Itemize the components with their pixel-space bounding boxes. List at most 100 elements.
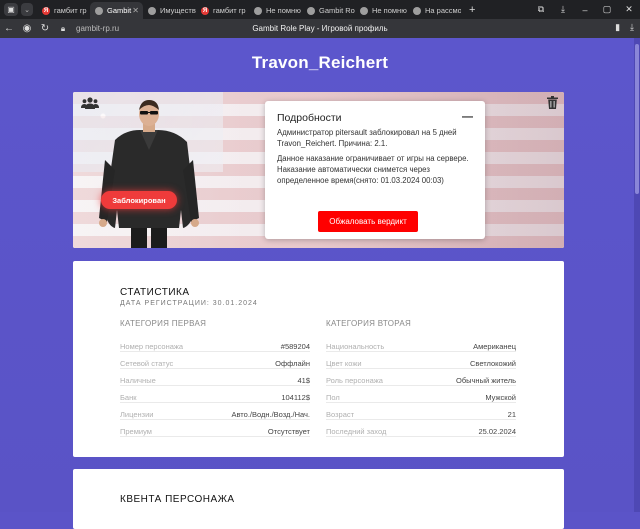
stat-value: Отсутствует	[267, 427, 310, 436]
category-heading: КАТЕГОРИЯ ПЕРВАЯ	[120, 319, 207, 328]
stat-row: Пол Мужской	[326, 386, 516, 403]
browser-tab[interactable]: Имущество	[143, 2, 196, 19]
stat-value: 104112$	[281, 393, 310, 402]
scrollbar[interactable]	[634, 38, 640, 512]
tab-strip: Я гамбит rp Gambit ✕ Имущество Я гамбит …	[37, 0, 461, 19]
stat-row: Роль персонажа Обычный житель	[326, 369, 516, 386]
stat-row: Банк 104112$	[120, 386, 310, 403]
stat-label: Премиум	[120, 427, 152, 436]
stat-row: Премиум Отсутствует	[120, 420, 310, 437]
stat-value: Обычный житель	[456, 376, 516, 385]
ban-message: Администратор pitersault заблокировал на…	[277, 128, 457, 148]
stat-label: Лицензии	[120, 410, 154, 419]
stat-row: Сетевой статус Оффлайн	[120, 352, 310, 369]
globe-icon	[360, 6, 368, 15]
appeal-verdict-button[interactable]: Обжаловать вердикт	[318, 211, 418, 232]
window-controls: ⧉ ⤓ – ▢ ✕	[530, 0, 640, 19]
details-title: Подробности	[277, 112, 342, 124]
browser-tab-bar: ▣ ⌄ Я гамбит rp Gambit ✕ Имущество Я гам…	[0, 0, 640, 19]
registration-date: ДАТА РЕГИСТРАЦИИ: 30.01.2024	[120, 300, 258, 307]
globe-icon	[307, 6, 315, 15]
details-panel: Подробности — Администратор pitersault з…	[265, 101, 485, 239]
details-body: Администратор pitersault заблокировал на…	[277, 127, 477, 190]
chevron-down-icon[interactable]: ⌄	[21, 3, 33, 16]
tab-label: Не помню	[372, 6, 407, 15]
stat-row: Цвет кожи Светлокожий	[326, 352, 516, 369]
stat-label: Национальность	[326, 342, 385, 351]
profile-card: Заблокирован Подробности — Администратор…	[73, 92, 564, 248]
yandex-icon: Я	[201, 6, 209, 15]
maximize-icon[interactable]: ▢	[596, 4, 618, 15]
download-icon[interactable]: ⤓	[552, 4, 574, 15]
trash-icon[interactable]	[547, 96, 558, 109]
address-bar: ← ◉ ↻ 🔒︎ gambit-rp.ru Gambit Role Play -…	[0, 19, 640, 38]
tab-label: гамбит rp	[213, 6, 246, 15]
browser-tab[interactable]: Не помню	[249, 2, 302, 19]
browser-tab[interactable]: Я гамбит rp	[37, 2, 90, 19]
stat-label: Возраст	[326, 410, 355, 419]
tab-label: Gambit Role	[319, 6, 355, 15]
browser-tab[interactable]: Не помню	[355, 2, 408, 19]
bookmark-icon[interactable]: ▮	[615, 22, 620, 33]
stat-label: Пол	[326, 393, 340, 402]
extensions-icon[interactable]: ⧉	[530, 4, 552, 15]
globe-icon	[413, 6, 421, 15]
download-icon[interactable]: ⤓	[630, 22, 634, 33]
close-window-icon[interactable]: ✕	[618, 4, 640, 15]
username-heading: Travon_Reichert	[251, 53, 389, 72]
stat-value: 41$	[297, 376, 310, 385]
browser-tab[interactable]: Gambit Role	[302, 2, 355, 19]
page-content: Travon_Reichert Заблокирован Подробности…	[0, 38, 640, 529]
stat-row: Национальность Американец	[326, 335, 516, 352]
character-story-title: КВЕНТА ПЕРСОНАЖА	[120, 494, 235, 505]
character-story-card: КВЕНТА ПЕРСОНАЖА	[73, 469, 564, 529]
category-first: КАТЕГОРИЯ ПЕРВАЯ Номер персонажа #589204 …	[120, 319, 310, 437]
ban-description: Данное наказание ограничивает от игры на…	[277, 154, 469, 185]
stat-value: #589204	[280, 342, 310, 351]
tab-label: Не помню	[266, 6, 301, 15]
status-badge: Заблокирован	[101, 191, 177, 209]
stat-value: Мужской	[485, 393, 516, 402]
stat-value: Американец	[473, 342, 516, 351]
minimize-icon[interactable]: –	[574, 5, 596, 15]
globe-icon	[148, 6, 156, 15]
stat-label: Банк	[120, 393, 137, 402]
stat-row: Лицензии Авто./Водн./Возд./Нач.	[120, 403, 310, 420]
stat-value: Авто./Водн./Возд./Нач.	[231, 410, 310, 419]
address-bar-actions: ▮ ⤓	[615, 22, 634, 33]
close-icon[interactable]: ✕	[132, 6, 139, 15]
stat-row: Номер персонажа #589204	[120, 335, 310, 352]
browser-tab[interactable]: На рассмо	[408, 2, 461, 19]
browser-tab-active[interactable]: Gambit ✕	[90, 2, 143, 19]
scrollbar-thumb[interactable]	[635, 44, 639, 194]
globe-icon	[254, 6, 262, 15]
tab-label: гамбит rp	[54, 6, 87, 15]
minimize-icon[interactable]: —	[462, 111, 473, 123]
stat-row: Последний заход 25.02.2024	[326, 420, 516, 437]
stat-value: 25.02.2024	[478, 427, 516, 436]
tab-label: Имущество	[160, 6, 196, 15]
yandex-icon: Я	[42, 6, 50, 15]
workspace-icon[interactable]: ▣	[4, 3, 18, 16]
statistics-title: СТАТИСТИКА	[120, 287, 190, 298]
stat-value: Светлокожий	[470, 359, 516, 368]
statistics-card: СТАТИСТИКА ДАТА РЕГИСТРАЦИИ: 30.01.2024 …	[73, 261, 564, 457]
stat-label: Роль персонажа	[326, 376, 383, 385]
stat-row: Возраст 21	[326, 403, 516, 420]
tab-label: На рассмо	[425, 6, 461, 15]
stat-label: Сетевой статус	[120, 359, 174, 368]
category-second: КАТЕГОРИЯ ВТОРАЯ Национальность Американе…	[326, 319, 516, 437]
new-tab-icon[interactable]: +	[469, 4, 475, 16]
stat-label: Цвет кожи	[326, 359, 362, 368]
tab-label: Gambit	[107, 6, 132, 15]
browser-tab[interactable]: Я гамбит rp	[196, 2, 249, 19]
stat-row: Наличные 41$	[120, 369, 310, 386]
character-avatar	[99, 100, 199, 248]
category-heading: КАТЕГОРИЯ ВТОРАЯ	[326, 319, 412, 328]
stat-label: Номер персонажа	[120, 342, 184, 351]
stat-label: Последний заход	[326, 427, 387, 436]
globe-icon	[95, 6, 103, 15]
stat-label: Наличные	[120, 376, 156, 385]
stat-value: Оффлайн	[275, 359, 310, 368]
page-title: Gambit Role Play - Игровой профиль	[252, 24, 388, 33]
